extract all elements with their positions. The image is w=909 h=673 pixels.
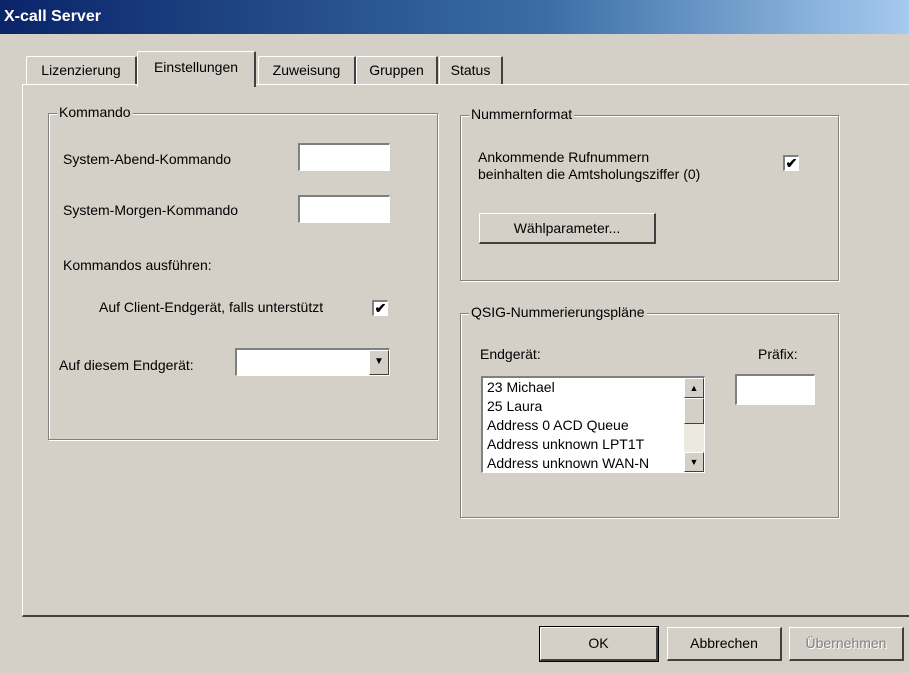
window-title: X-call Server	[4, 8, 101, 25]
uebernehmen-rest: bernehmen	[815, 635, 887, 651]
tab-status[interactable]: Status	[439, 56, 503, 84]
endgeraet-dropdown[interactable]: ▼	[235, 348, 390, 376]
chevron-down-icon[interactable]: ▼	[369, 350, 389, 375]
qsig-endgeraet-label: Endgerät:	[480, 346, 541, 362]
tab-gruppen[interactable]: Gruppen	[356, 56, 438, 84]
tab-einstellungen[interactable]: Einstellungen	[137, 51, 256, 87]
list-item[interactable]: Address unknown LPT1T	[483, 435, 704, 454]
morgen-kommando-input[interactable]	[298, 195, 390, 223]
tab-panel-einstellungen: Kommando System-Abend-Kommando System-Mo…	[22, 84, 909, 617]
uebernehmen-button[interactable]: Übernehmen	[789, 627, 904, 661]
diesem-endgeraet-label: Auf diesem Endgerät:	[59, 357, 194, 373]
abbrechen-button[interactable]: Abbrechen	[667, 627, 782, 661]
qsig-praefix-label: Präfix:	[758, 346, 798, 362]
tab-zuweisung[interactable]: Zuweisung	[258, 56, 356, 84]
kommandos-ausfuehren-label: Kommandos ausführen:	[63, 257, 212, 273]
checkmark-icon: ✔	[785, 155, 798, 171]
scrollbar-thumb[interactable]	[684, 398, 704, 424]
list-item[interactable]: 25 Laura	[483, 397, 704, 416]
client-endgeraet-checkbox[interactable]: ✔	[372, 300, 388, 316]
list-item[interactable]: Address 0 ACD Queue	[483, 416, 704, 435]
list-item[interactable]: 23 Michael	[483, 378, 704, 397]
nummernformat-group-title: Nummernformat	[469, 106, 575, 122]
nummernformat-group: Nummernformat	[460, 106, 839, 281]
abend-kommando-input[interactable]	[298, 143, 390, 171]
uebernehmen-accel: Ü	[805, 635, 816, 651]
tab-lizenzierung[interactable]: Lizenzierung	[26, 56, 137, 84]
amtsholungsziffer-checkbox[interactable]: ✔	[783, 155, 799, 171]
client-endgeraet-label: Auf Client-Endgerät, falls unterstützt	[99, 299, 324, 315]
checkmark-icon: ✔	[374, 300, 387, 316]
kommando-group-title: Kommando	[57, 104, 133, 120]
list-item[interactable]: Address unknown WAN-N	[483, 454, 704, 472]
qsig-praefix-input[interactable]	[735, 374, 815, 405]
ok-button[interactable]: OK	[539, 626, 659, 662]
scroll-down-icon[interactable]: ▼	[684, 452, 704, 472]
qsig-endgeraet-listbox[interactable]: 23 Michael 25 Laura Address 0 ACD Queue …	[481, 376, 705, 473]
scroll-up-icon[interactable]: ▲	[684, 378, 704, 398]
qsig-group-title: QSIG-Nummerierungspläne	[469, 304, 647, 320]
listbox-scrollbar[interactable]: ▲ ▼	[684, 378, 704, 472]
abend-kommando-label: System-Abend-Kommando	[63, 151, 232, 167]
waehlparameter-button[interactable]: Wählparameter...	[479, 213, 656, 244]
nummernformat-line2: beinhalten die Amtsholungsziffer (0)	[478, 166, 701, 182]
nummernformat-line1: Ankommende Rufnummern	[478, 149, 650, 165]
title-bar: X-call Server	[0, 0, 909, 34]
morgen-kommando-label: System-Morgen-Kommando	[63, 202, 239, 218]
